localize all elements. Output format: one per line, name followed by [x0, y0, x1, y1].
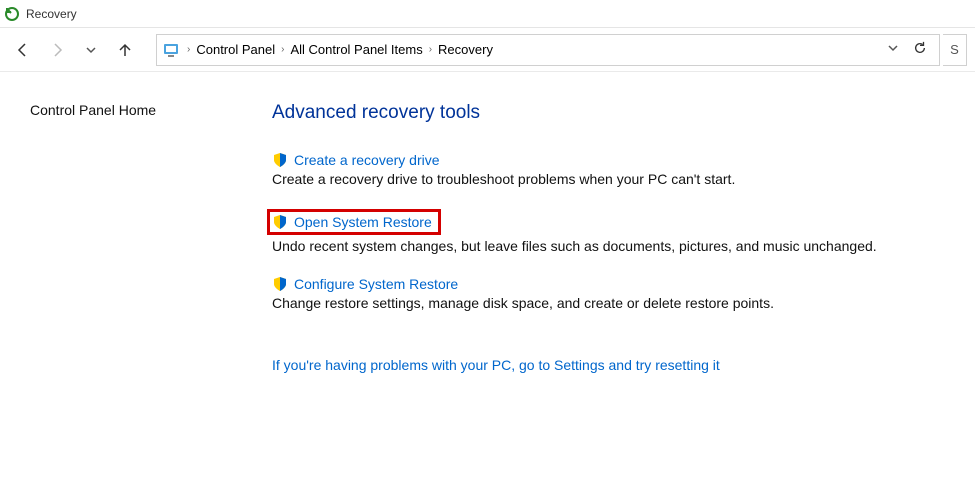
search-placeholder: S — [950, 42, 959, 57]
create-recovery-drive-link[interactable]: Create a recovery drive — [294, 152, 440, 168]
search-box[interactable]: S — [943, 34, 967, 66]
address-dropdown-icon[interactable] — [887, 42, 899, 57]
titlebar: Recovery — [0, 0, 975, 28]
tool-configure-system-restore: Configure System Restore Change restore … — [272, 276, 955, 311]
toolbar: › Control Panel › All Control Panel Item… — [0, 28, 975, 72]
window-title: Recovery — [26, 7, 77, 21]
control-panel-icon — [163, 41, 181, 59]
tool-create-recovery-drive: Create a recovery drive Create a recover… — [272, 152, 955, 187]
shield-icon — [272, 214, 288, 230]
refresh-button[interactable] — [913, 41, 927, 58]
chevron-right-icon: › — [281, 44, 284, 55]
recovery-app-icon — [4, 6, 20, 22]
open-system-restore-desc: Undo recent system changes, but leave fi… — [272, 238, 955, 254]
chevron-right-icon: › — [429, 44, 432, 55]
control-panel-home-link[interactable]: Control Panel Home — [30, 102, 250, 118]
shield-icon — [272, 276, 288, 292]
breadcrumb-control-panel[interactable]: Control Panel — [196, 42, 275, 57]
sidebar: Control Panel Home — [0, 102, 250, 373]
back-button[interactable] — [8, 35, 38, 65]
up-button[interactable] — [110, 35, 140, 65]
main-panel: Advanced recovery tools Create a recover… — [250, 102, 975, 373]
tool-open-system-restore: Open System Restore Undo recent system c… — [272, 209, 955, 254]
address-bar[interactable]: › Control Panel › All Control Panel Item… — [156, 34, 940, 66]
highlight-box: Open System Restore — [267, 209, 441, 235]
configure-system-restore-link[interactable]: Configure System Restore — [294, 276, 458, 292]
open-system-restore-link[interactable]: Open System Restore — [294, 214, 432, 230]
breadcrumb-all-items[interactable]: All Control Panel Items — [290, 42, 422, 57]
recent-locations-dropdown[interactable] — [76, 35, 106, 65]
breadcrumb-recovery[interactable]: Recovery — [438, 42, 493, 57]
shield-icon — [272, 152, 288, 168]
create-recovery-drive-desc: Create a recovery drive to troubleshoot … — [272, 171, 955, 187]
forward-button[interactable] — [42, 35, 72, 65]
chevron-right-icon: › — [187, 44, 190, 55]
page-heading: Advanced recovery tools — [272, 102, 955, 124]
content-area: Control Panel Home Advanced recovery too… — [0, 72, 975, 373]
configure-system-restore-desc: Change restore settings, manage disk spa… — [272, 295, 955, 311]
settings-reset-link[interactable]: If you're having problems with your PC, … — [272, 357, 720, 373]
